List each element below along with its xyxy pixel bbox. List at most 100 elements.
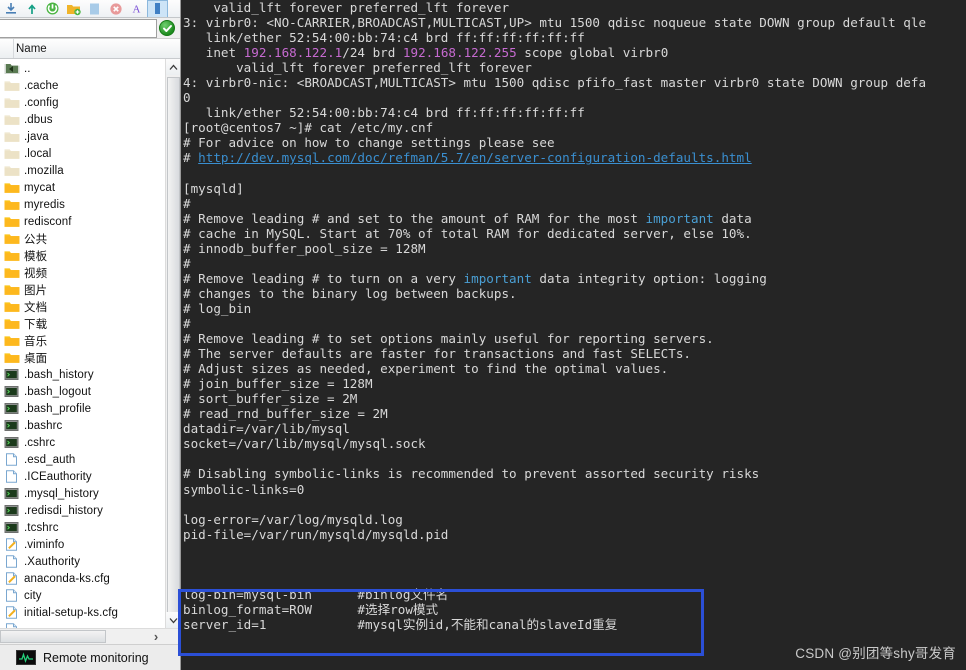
file-name-label: .. <box>24 62 31 75</box>
address-bar: ot/ <box>0 18 180 39</box>
file-list-item[interactable]: initial-setup-ks.cfg <box>0 604 165 621</box>
file-list-item[interactable]: 图片 <box>0 281 165 298</box>
file-list-item[interactable]: .ICEauthority <box>0 468 165 485</box>
rename-icon[interactable]: A <box>126 0 147 17</box>
file-name-label: .ICEauthority <box>24 470 92 483</box>
terminal-line: [root@centos7 ~]# cat /etc/my.cnf <box>183 120 434 136</box>
folder-icon <box>4 198 20 212</box>
file-list-item[interactable]: .cshrc <box>0 434 165 451</box>
terminal-line: # Disabling symbolic-links is recommende… <box>183 466 760 482</box>
file-list-item[interactable]: .viminfo <box>0 536 165 553</box>
file-name-label: 图片 <box>24 284 48 297</box>
file-list-item[interactable]: .java <box>0 128 165 145</box>
terminal-line: # join_buffer_size = 128M <box>183 376 373 392</box>
scrollbar-thumb[interactable] <box>167 77 180 617</box>
monitor-icon <box>16 650 36 665</box>
file-list-item[interactable]: 音乐 <box>0 332 165 349</box>
file-list-item[interactable]: 文档 <box>0 298 165 315</box>
file-name-label: .esd_auth <box>24 453 76 466</box>
edit-icon <box>4 537 20 552</box>
terminal-line: socket=/var/lib/mysql/mysql.sock <box>183 436 426 452</box>
properties-icon[interactable] <box>147 0 168 17</box>
file-list-item[interactable]: redisconf <box>0 213 165 230</box>
file-list-item[interactable]: .bash_profile <box>0 400 165 417</box>
file-list-item[interactable]: city <box>0 587 165 604</box>
file-list-item[interactable]: .dbus <box>0 111 165 128</box>
file-icon <box>4 554 20 569</box>
scroll-up-icon[interactable] <box>166 59 180 75</box>
file-name-label: .local <box>24 147 52 160</box>
file-list-item[interactable]: .mysql_history <box>0 485 165 502</box>
file-list-item[interactable]: .tcshrc <box>0 519 165 536</box>
hscrollbar-thumb[interactable] <box>0 630 106 643</box>
parent-icon <box>4 62 20 76</box>
file-list-item[interactable]: 桌面 <box>0 349 165 366</box>
file-list-vertical-scrollbar[interactable] <box>165 59 180 628</box>
file-icon <box>4 452 20 467</box>
file-list-item[interactable]: 视频 <box>0 264 165 281</box>
folder-icon <box>4 283 20 297</box>
file-name-label: redisconf <box>24 215 72 228</box>
file-list-item[interactable]: .cache <box>0 77 165 94</box>
file-list-item[interactable]: 模板 <box>0 247 165 264</box>
folder-icon <box>4 351 20 365</box>
path-input[interactable]: ot/ <box>0 18 157 38</box>
scroll-right-icon[interactable]: › <box>148 629 164 644</box>
remote-monitoring-bar[interactable]: Remote monitoring <box>0 644 180 670</box>
terminal-line: # Adjust sizes as needed, experiment to … <box>183 361 669 377</box>
folder-icon <box>4 266 20 280</box>
script-icon <box>4 521 20 535</box>
file-list-item[interactable] <box>0 621 165 628</box>
refresh-icon[interactable] <box>42 0 63 17</box>
file-list-item[interactable]: .redisdi_history <box>0 502 165 519</box>
edit-icon <box>4 571 20 586</box>
terminal-line: # cache in MySQL. Start at 70% of total … <box>183 225 752 241</box>
file-list-item[interactable]: .bash_history <box>0 366 165 383</box>
file-list-horizontal-scrollbar[interactable]: › <box>0 628 180 644</box>
file-name-label: .Xauthority <box>24 555 81 568</box>
terminal-line: # <box>183 195 191 211</box>
file-name-label: 模板 <box>24 250 48 263</box>
file-list-item[interactable]: 公共 <box>0 230 165 247</box>
file-list-item[interactable]: anaconda-ks.cfg <box>0 570 165 587</box>
terminal-line: link/ether 52:54:00:bb:74:c4 brd ff:ff:f… <box>183 105 585 121</box>
remote-monitoring-label: Remote monitoring <box>43 650 149 665</box>
new-file-icon[interactable] <box>84 0 105 17</box>
file-list-item[interactable]: myredis <box>0 196 165 213</box>
upload-icon[interactable] <box>21 0 42 17</box>
file-list-item[interactable]: .bashrc <box>0 417 165 434</box>
file-list-item[interactable]: .mozilla <box>0 162 165 179</box>
folder-pale-icon <box>4 164 20 178</box>
script-icon <box>4 504 20 518</box>
download-icon[interactable] <box>0 0 21 17</box>
delete-icon[interactable] <box>105 0 126 17</box>
terminal-line: # changes to the binary log between back… <box>183 285 517 301</box>
file-list-item[interactable]: .config <box>0 94 165 111</box>
terminal-pane[interactable]: valid_lft forever preferred_lft forever 3… <box>181 0 966 670</box>
folder-icon <box>4 232 20 246</box>
go-check-icon[interactable] <box>159 20 175 36</box>
file-list-item[interactable]: .Xauthority <box>0 553 165 570</box>
file-name-label: .bash_profile <box>24 402 92 415</box>
file-name-label: city <box>24 589 42 602</box>
terminal-line: binlog_format=ROW #选择row模式 <box>183 601 439 617</box>
terminal-line: # innodb_buffer_pool_size = 128M <box>183 240 426 256</box>
terminal-line: pid-file=/var/run/mysqld/mysqld.pid <box>183 526 449 542</box>
file-list-item[interactable]: .. <box>0 60 165 77</box>
file-list[interactable]: .. .cache .config .dbus .java .local .mozilla m… <box>0 59 165 628</box>
file-list-item[interactable]: mycat <box>0 179 165 196</box>
terminal-line: server_id=1 #mysql实例id,不能和canal的slaveId重… <box>183 616 618 632</box>
file-list-item[interactable]: .esd_auth <box>0 451 165 468</box>
file-list-item[interactable]: .local <box>0 145 165 162</box>
file-list-item[interactable]: .bash_logout <box>0 383 165 400</box>
new-folder-icon[interactable] <box>63 0 84 17</box>
scroll-down-icon[interactable] <box>166 612 180 628</box>
terminal-line: # For advice on how to change settings p… <box>183 135 555 151</box>
column-header-gutter <box>0 39 14 58</box>
file-name-label: .redisdi_history <box>24 504 103 517</box>
file-list-wrapper: .. .cache .config .dbus .java .local .mozilla m… <box>0 59 180 628</box>
file-list-item[interactable]: 下载 <box>0 315 165 332</box>
